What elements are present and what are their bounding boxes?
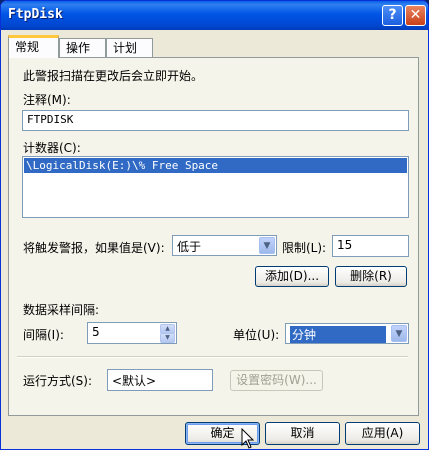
- help-icon: ?: [388, 7, 397, 23]
- comment-input[interactable]: FTPDISK: [22, 110, 409, 131]
- units-label: 单位(U):: [233, 328, 280, 342]
- tab-schedule[interactable]: 计划: [106, 38, 153, 58]
- tab-general-label: 常规: [15, 40, 40, 54]
- intro-text: 此警报扫描在更改后会立即开始。: [23, 69, 204, 83]
- units-select[interactable]: 分钟 ▼: [285, 323, 409, 344]
- tab-actions-label: 操作: [66, 41, 91, 55]
- interval-value: 5: [92, 325, 100, 339]
- dialog-window: FtpDisk ? ✕ 常规 操作 计划 此警报扫描在更改后会立即开始。 注释(…: [0, 0, 429, 450]
- close-button[interactable]: ✕: [405, 5, 426, 26]
- units-value: 分钟: [290, 326, 386, 343]
- tab-actions[interactable]: 操作: [59, 38, 106, 58]
- add-button[interactable]: 添加(D)...: [255, 266, 329, 287]
- run-as-label: 运行方式(S):: [23, 374, 93, 388]
- tab-schedule-label: 计划: [113, 41, 138, 55]
- run-as-input[interactable]: <默认>: [107, 369, 213, 391]
- comment-label: 注释(M):: [23, 93, 71, 107]
- counter-listbox[interactable]: \LogicalDisk(E:)\% Free Space: [22, 156, 409, 218]
- tab-general[interactable]: 常规: [8, 35, 59, 58]
- trigger-condition-select[interactable]: 低于 ▼: [172, 235, 277, 256]
- set-password-button: 设置密码(W)...: [230, 370, 323, 391]
- counter-label: 计数器(C):: [23, 141, 81, 155]
- limit-input[interactable]: 15: [332, 235, 409, 257]
- interval-stepper[interactable]: 5 ▲ ▼: [87, 322, 177, 344]
- window-title: FtpDisk: [8, 7, 63, 22]
- chevron-down-icon[interactable]: ▼: [391, 325, 407, 342]
- interval-label: 间隔(I):: [23, 328, 64, 342]
- counter-list-item[interactable]: \LogicalDisk(E:)\% Free Space: [24, 158, 407, 173]
- close-icon: ✕: [409, 7, 422, 23]
- mouse-cursor-icon: [241, 428, 255, 449]
- trigger-condition-value: 低于: [177, 240, 202, 254]
- chevron-down-icon[interactable]: ▼: [259, 237, 275, 254]
- limit-label: 限制(L):: [282, 241, 327, 255]
- apply-button[interactable]: 应用(A): [345, 422, 420, 445]
- remove-button[interactable]: 删除(R): [335, 266, 407, 287]
- trigger-label: 将触发警报，如果值是(V):: [23, 241, 165, 255]
- cancel-button[interactable]: 取消: [265, 422, 340, 445]
- separator: [17, 356, 408, 358]
- title-bar[interactable]: FtpDisk ? ✕: [1, 1, 428, 30]
- spin-down-icon[interactable]: ▼: [160, 333, 175, 343]
- help-button[interactable]: ?: [382, 5, 403, 26]
- sample-interval-label: 数据采样间隔:: [23, 303, 100, 317]
